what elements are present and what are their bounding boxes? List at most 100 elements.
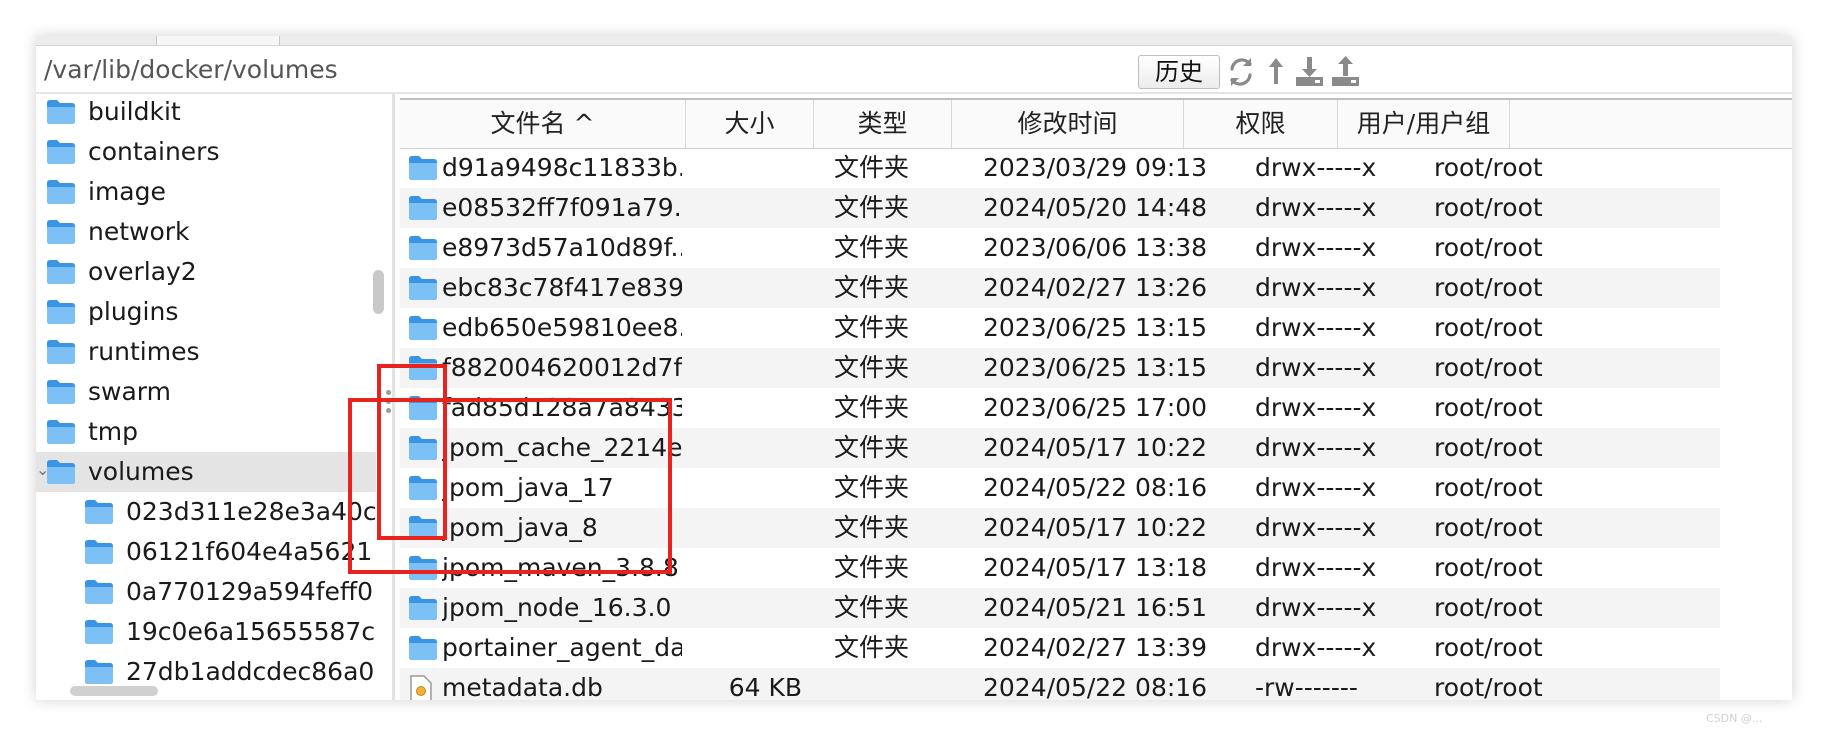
up-icon[interactable] — [1260, 54, 1294, 90]
history-button[interactable]: 历史 — [1138, 55, 1220, 89]
tree-item[interactable]: network — [36, 212, 376, 252]
tree-item-label: containers — [88, 137, 220, 166]
table-row[interactable]: jpom_maven_3.8.8 文件夹 2024/05/17 13:18 drwx-… — [400, 548, 1720, 588]
tree-item-label: 06121f604e4a5621 — [126, 537, 373, 566]
cell-name: d91a9498c11833b... — [442, 153, 682, 182]
cell-type: 文件夹 — [834, 513, 910, 542]
folder-icon — [408, 275, 438, 305]
tree-item[interactable]: 0a770129a594feff0 — [36, 572, 376, 612]
cell-name: fad85d128a7a8433... — [442, 393, 682, 422]
cell-perm: drwx-----x — [1255, 433, 1377, 462]
folder-icon — [84, 579, 116, 605]
tree-item-label: 023d311e28e3a40c — [126, 497, 376, 526]
folder-icon — [46, 99, 78, 125]
tree-item-label: 19c0e6a15655587c — [126, 617, 376, 646]
cell-size — [676, 148, 802, 188]
tree-item-label: runtimes — [88, 337, 200, 366]
path-input[interactable] — [44, 46, 1124, 92]
tree-item[interactable]: buildkit — [36, 94, 376, 132]
file-manager-window: 历史 buildkit containers image network overlay… — [36, 36, 1792, 700]
col-header-type[interactable]: 类型 — [814, 100, 952, 148]
tree-item[interactable]: 06121f604e4a5621 — [36, 532, 376, 572]
cell-size — [676, 268, 802, 308]
cell-name: jpom_node_16.3.0 — [442, 593, 672, 622]
cell-perm: drwx-----x — [1255, 513, 1377, 542]
col-header-name[interactable]: 文件名 ^ — [400, 100, 686, 148]
tree-item[interactable]: swarm — [36, 372, 376, 412]
cell-mtime: 2023/06/06 13:38 — [983, 233, 1208, 262]
tree-item-label: overlay2 — [88, 257, 197, 286]
folder-icon — [46, 179, 78, 205]
file-icon — [408, 675, 434, 700]
tree-horizontal-scrollbar[interactable] — [70, 686, 158, 696]
cell-mtime: 2024/05/17 13:18 — [983, 553, 1208, 582]
cell-size — [676, 428, 802, 468]
tree-item[interactable]: tmp — [36, 412, 376, 452]
col-header-mtime[interactable]: 修改时间 — [952, 100, 1184, 148]
split-divider[interactable] — [392, 94, 395, 700]
table-row[interactable]: f882004620012d7f... 文件夹 2023/06/25 13:15 dr… — [400, 348, 1720, 388]
folder-icon — [84, 659, 116, 685]
tree-item[interactable]: image — [36, 172, 376, 212]
cell-size — [676, 228, 802, 268]
cell-type: 文件夹 — [834, 273, 910, 302]
tree-item-label: buildkit — [88, 97, 181, 126]
tree-item[interactable]: runtimes — [36, 332, 376, 372]
col-header-size[interactable]: 大小 — [686, 100, 814, 148]
cell-size — [676, 348, 802, 388]
cell-owner: root/root — [1434, 193, 1543, 222]
col-header-perm[interactable]: 权限 — [1184, 100, 1338, 148]
cell-perm: -rw------- — [1255, 673, 1358, 700]
tab[interactable] — [156, 36, 280, 45]
table-row[interactable]: jpom_cache_2214e... 文件夹 2024/05/17 10:22 dr… — [400, 428, 1720, 468]
tree-item[interactable]: 023d311e28e3a40c — [36, 492, 376, 532]
table-row[interactable]: edb650e59810ee8... 文件夹 2023/06/25 13:15 drw… — [400, 308, 1720, 348]
tree-item[interactable]: plugins — [36, 292, 376, 332]
tree-item-label: plugins — [88, 297, 179, 326]
tree-item-label: tmp — [88, 417, 139, 446]
table-row[interactable]: jpom_java_8 文件夹 2024/05/17 10:22 drwx-----x… — [400, 508, 1720, 548]
cell-type: 文件夹 — [834, 153, 910, 182]
cell-owner: root/root — [1434, 393, 1543, 422]
cell-mtime: 2024/05/22 08:16 — [983, 673, 1208, 700]
tree-vertical-scrollbar[interactable] — [373, 270, 384, 314]
cell-name: jpom_java_8 — [442, 513, 598, 542]
upload-icon[interactable] — [1328, 54, 1362, 90]
cell-owner: root/root — [1434, 473, 1543, 502]
tree-item[interactable]: overlay2 — [36, 252, 376, 292]
table-row[interactable]: fad85d128a7a8433... 文件夹 2023/06/25 17:00 dr… — [400, 388, 1720, 428]
table-row[interactable]: e08532ff7f091a79... 文件夹 2024/05/20 14:48 dr… — [400, 188, 1720, 228]
table-row[interactable]: ebc83c78f417e839... 文件夹 2024/02/27 13:26 dr… — [400, 268, 1720, 308]
split-grip-icon[interactable] — [386, 390, 392, 420]
cell-perm: drwx-----x — [1255, 593, 1377, 622]
table-row[interactable]: jpom_java_17 文件夹 2024/05/22 08:16 drwx-----… — [400, 468, 1720, 508]
cell-mtime: 2023/06/25 13:15 — [983, 353, 1208, 382]
table-row[interactable]: portainer_agent_data 文件夹 2024/02/27 13:39 d… — [400, 628, 1720, 668]
tree-item[interactable]: containers — [36, 132, 376, 172]
cell-type: 文件夹 — [834, 353, 910, 382]
folder-icon — [408, 635, 438, 665]
folder-icon — [408, 155, 438, 185]
table-row[interactable]: e8973d57a10d89f... 文件夹 2023/06/06 13:38 drw… — [400, 228, 1720, 268]
table-row[interactable]: d91a9498c11833b... 文件夹 2023/03/29 09:13 drw… — [400, 148, 1720, 188]
folder-icon — [408, 595, 438, 625]
cell-name: portainer_agent_data — [442, 633, 682, 662]
download-icon[interactable] — [1292, 54, 1326, 90]
cell-owner: root/root — [1434, 313, 1543, 342]
table-row[interactable]: metadata.db 64 KB 2024/05/22 08:16 -rw-----… — [400, 668, 1720, 700]
cell-type: 文件夹 — [834, 313, 910, 342]
tree-item[interactable]: 19c0e6a15655587c — [36, 612, 376, 652]
folder-icon — [46, 379, 78, 405]
watermark: CSDN @... — [1706, 712, 1763, 725]
col-header-owner[interactable]: 用户/用户组 — [1338, 100, 1510, 148]
cell-perm: drwx-----x — [1255, 233, 1377, 262]
cell-owner: root/root — [1434, 673, 1543, 700]
refresh-icon[interactable] — [1224, 54, 1258, 90]
tree-item-label: 0a770129a594feff0 — [126, 577, 374, 606]
cell-perm: drwx-----x — [1255, 473, 1377, 502]
cell-name: jpom_cache_2214e... — [442, 433, 682, 462]
table-row[interactable]: jpom_node_16.3.0 文件夹 2024/05/21 16:51 drwx-… — [400, 588, 1720, 628]
tree-item[interactable]: ⌄ volumes — [36, 452, 376, 492]
cell-size — [676, 548, 802, 588]
table-header: 文件名 ^ 大小 类型 修改时间 权限 用户/用户组 — [400, 98, 1792, 149]
